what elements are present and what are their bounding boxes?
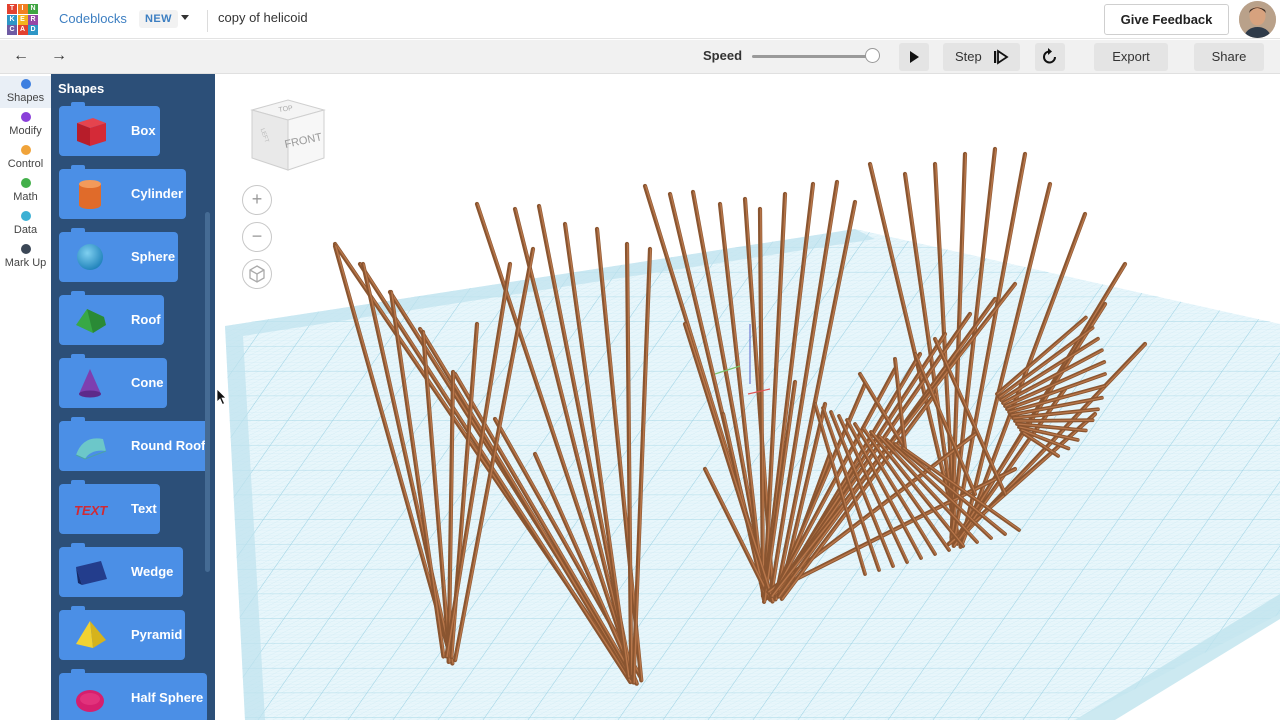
toolbar: ← → Speed Step Export Share — [0, 40, 1280, 74]
flyout-scrollbar[interactable] — [205, 212, 210, 572]
design-name[interactable]: copy of helicoid — [218, 10, 308, 25]
flyout-title: Shapes — [58, 81, 104, 96]
view-cube[interactable]: TOP FRONT LEFT — [248, 96, 328, 174]
shape-block-roof[interactable]: Roof — [59, 295, 164, 345]
category-control[interactable]: Control — [0, 142, 51, 174]
logo-letter: R — [28, 15, 38, 25]
logo-letter: N — [28, 4, 38, 14]
undo-arrow-icon[interactable]: ← — [13, 47, 29, 65]
category-modify[interactable]: Modify — [0, 109, 51, 141]
category-label: Data — [14, 224, 37, 236]
helicoid-rod-highlight — [1016, 420, 1094, 421]
shape-block-label: Cone — [131, 375, 164, 390]
zoom-in-button[interactable]: + — [242, 185, 272, 215]
half-sphere-icon — [73, 681, 109, 715]
category-rail: Shapes Modify Control Math Data Mark Up — [0, 74, 51, 720]
redo-arrow-icon[interactable]: → — [51, 47, 67, 65]
mouse-pointer-icon — [216, 388, 228, 406]
tinkercad-logo[interactable]: TIN KER CAD — [7, 4, 38, 35]
shape-block-box[interactable]: Box — [59, 106, 160, 156]
step-label: Step — [955, 43, 982, 71]
shape-block-cylinder[interactable]: Cylinder — [59, 169, 186, 219]
logo-letter: D — [28, 25, 38, 35]
shape-block-half-sphere[interactable]: Half Sphere — [59, 673, 207, 720]
category-label: Math — [13, 191, 37, 203]
step-icon — [991, 43, 1011, 71]
give-feedback-button[interactable]: Give Feedback — [1104, 4, 1229, 35]
top-bar: TIN KER CAD Codeblocks NEW copy of helicoi… — [0, 0, 1280, 39]
reset-icon — [1035, 43, 1065, 71]
shape-block-label: Cylinder — [131, 186, 183, 201]
box-icon — [73, 114, 109, 148]
new-badge: NEW — [139, 10, 178, 28]
divider — [207, 10, 208, 32]
logo-letter: A — [18, 25, 28, 35]
shape-block-label: Box — [131, 123, 156, 138]
3d-workplane-viewport[interactable]: TOP FRONT LEFT + − — [215, 74, 1280, 720]
export-button[interactable]: Export — [1094, 43, 1168, 71]
logo-letter: I — [18, 4, 28, 14]
play-icon — [899, 43, 929, 71]
shape-block-pyramid[interactable]: Pyramid — [59, 610, 185, 660]
category-mark-up[interactable]: Mark Up — [0, 241, 51, 273]
shapes-flyout: Shapes Box Cylinder Sphere Roof Cone Round Ro… — [51, 74, 215, 720]
shape-block-label: Roof — [131, 312, 161, 327]
user-avatar[interactable] — [1239, 1, 1276, 38]
shape-block-wedge[interactable]: Wedge — [59, 547, 183, 597]
cylinder-icon — [73, 177, 109, 211]
home-view-icon — [243, 260, 271, 288]
zoom-out-button[interactable]: − — [242, 222, 272, 252]
app-menu-chevron-down-icon[interactable] — [181, 15, 189, 20]
category-shapes[interactable]: Shapes — [0, 76, 51, 108]
category-color-dot — [21, 112, 31, 122]
category-color-dot — [21, 145, 31, 155]
category-label: Modify — [9, 125, 41, 137]
shape-block-label: Text — [131, 501, 157, 516]
category-color-dot — [21, 244, 31, 254]
step-button[interactable]: Step — [943, 43, 1020, 71]
logo-letter: C — [7, 25, 17, 35]
cone-icon — [73, 366, 109, 400]
category-color-dot — [21, 211, 31, 221]
helicoid-scene[interactable] — [215, 74, 1280, 720]
shape-block-label: Wedge — [131, 564, 173, 579]
speed-slider-thumb[interactable] — [865, 48, 880, 63]
roof-icon — [73, 303, 109, 337]
shape-block-sphere[interactable]: Sphere — [59, 232, 178, 282]
wedge-icon — [73, 555, 109, 589]
category-data[interactable]: Data — [0, 208, 51, 240]
shape-block-label: Half Sphere — [131, 690, 203, 705]
sphere-icon — [73, 240, 109, 274]
shape-block-text[interactable]: TEXT Text — [59, 484, 160, 534]
app-name-link[interactable]: Codeblocks — [59, 11, 127, 26]
category-math[interactable]: Math — [0, 175, 51, 207]
logo-letter: K — [7, 15, 17, 25]
play-button[interactable] — [899, 43, 929, 71]
reset-button[interactable] — [1035, 43, 1065, 71]
pyramid-icon — [73, 618, 109, 652]
speed-slider[interactable] — [752, 55, 874, 58]
text-shape-icon: TEXT — [73, 492, 109, 526]
shape-block-label: Sphere — [131, 249, 175, 264]
category-color-dot — [21, 79, 31, 89]
home-view-button[interactable] — [242, 259, 272, 289]
category-label: Shapes — [7, 92, 44, 104]
category-label: Mark Up — [5, 257, 47, 269]
speed-label: Speed — [703, 48, 742, 63]
logo-letter: T — [7, 4, 17, 14]
shape-block-label: Round Roof — [131, 438, 205, 453]
svg-text:TEXT: TEXT — [74, 503, 108, 518]
logo-letter: E — [18, 15, 28, 25]
shape-block-label: Pyramid — [131, 627, 182, 642]
shape-block-cone[interactable]: Cone — [59, 358, 167, 408]
round-roof-icon — [73, 429, 109, 463]
shape-block-round-roof[interactable]: Round Roof — [59, 421, 209, 471]
category-label: Control — [8, 158, 43, 170]
share-button[interactable]: Share — [1194, 43, 1264, 71]
category-color-dot — [21, 178, 31, 188]
